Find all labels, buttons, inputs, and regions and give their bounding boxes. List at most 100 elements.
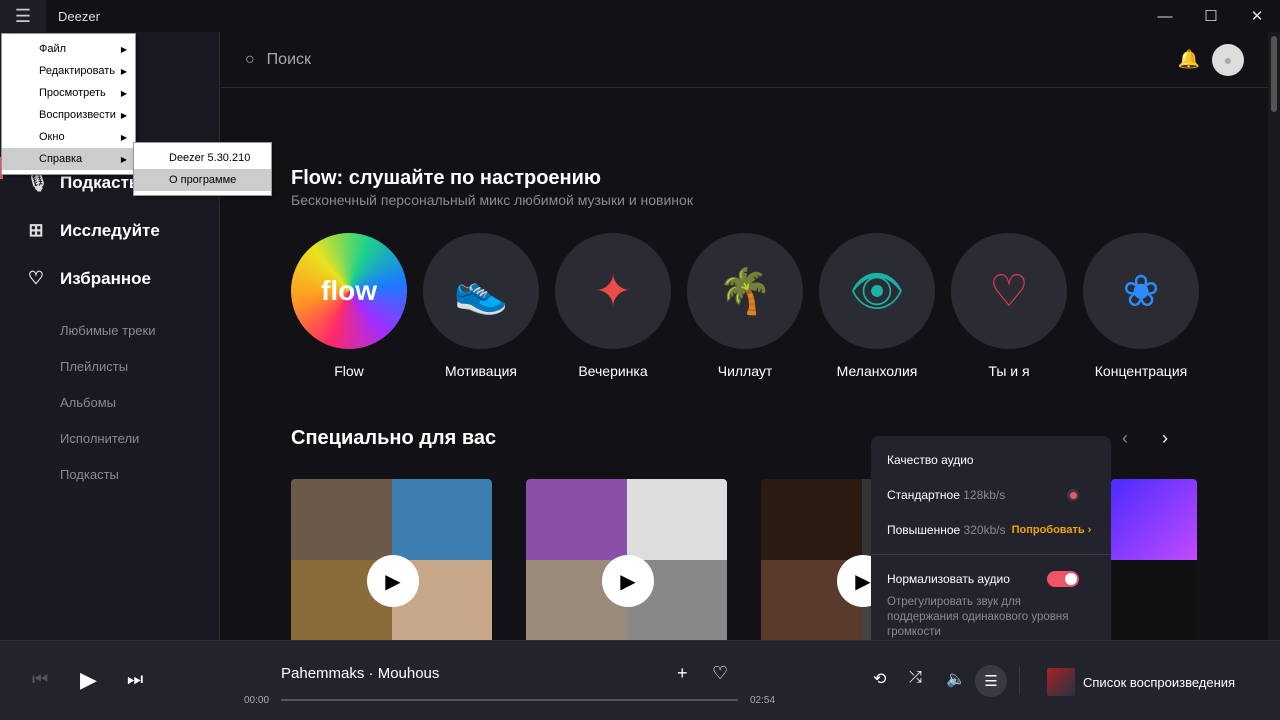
normalize-label: Нормализовать аудио: [887, 572, 1010, 586]
menu-item-playback[interactable]: Воспроизвести ▶: [2, 104, 135, 126]
mood-icon[interactable]: ♡: [951, 233, 1067, 349]
menu-label: Файл: [39, 43, 67, 55]
quality-high-option[interactable]: Повышенное 320kb/s Попробовать ›: [887, 523, 1095, 537]
help-submenu: Deezer 5.30.210 О программе: [133, 142, 272, 196]
search-input[interactable]: ○ Поиск: [245, 51, 311, 69]
menu-item-help[interactable]: Справка ▶: [2, 148, 135, 170]
grid-icon: ⊞: [28, 220, 44, 240]
repeat-icon[interactable]: ⟲: [873, 669, 886, 689]
sidebar-item-label: Избранное: [60, 268, 151, 288]
avatar[interactable]: ●: [1212, 43, 1244, 76]
menu-item-about[interactable]: О программе: [134, 169, 271, 191]
elapsed-time: 00:00: [244, 695, 270, 706]
queue-thumbnail: [1047, 668, 1075, 696]
mix-card[interactable]: [1111, 479, 1197, 640]
sidebar-sub-artists[interactable]: Исполнители: [60, 431, 139, 446]
play-button[interactable]: ▶: [80, 667, 97, 693]
progress-bar[interactable]: [281, 699, 738, 701]
mood-icon[interactable]: 🌴: [687, 233, 803, 349]
menu-label: Воспроизвести: [39, 109, 116, 121]
flow-item-label: Ты и я: [988, 363, 1030, 379]
sidebar-sub-playlists[interactable]: Плейлисты: [60, 359, 128, 374]
option-label: Стандартное: [887, 488, 960, 502]
flow-item[interactable]: 👁 Меланхолия: [819, 233, 935, 379]
flow-title: Flow: слушайте по настроению: [291, 167, 601, 189]
flow-item[interactable]: ♡ Ты и я: [951, 233, 1067, 379]
menu-item-edit[interactable]: Редактировать ▶: [2, 60, 135, 82]
shuffle-icon[interactable]: ⤮: [909, 669, 922, 687]
menu-item-file[interactable]: Файл ▶: [2, 38, 135, 60]
flow-item[interactable]: ✦ Вечеринка: [555, 233, 671, 379]
normalize-description: Отрегулировать звук для поддержания один…: [887, 596, 1069, 638]
play-icon[interactable]: ▶: [602, 555, 654, 607]
flow-item-label: Вечеринка: [578, 363, 648, 379]
queue-button[interactable]: Список воспроизведения: [1047, 668, 1235, 696]
radio-selected[interactable]: [1067, 489, 1079, 501]
sidebar-item-label: Исследуйте: [60, 220, 160, 240]
menu-item-window[interactable]: Окно ▶: [2, 126, 135, 148]
next-icon[interactable]: ⏭: [127, 669, 143, 690]
flow-item[interactable]: flow Flow: [291, 233, 407, 379]
flow-subtitle: Бесконечный персональный микс любимой му…: [291, 192, 693, 208]
option-rate: 128kb/s: [963, 488, 1006, 502]
option-label: Повышенное: [887, 523, 961, 537]
menu-label: Редактировать: [39, 65, 115, 77]
add-icon[interactable]: +: [677, 663, 688, 684]
chevron-left-icon[interactable]: ‹: [1122, 428, 1128, 449]
mood-icon[interactable]: ✦: [555, 233, 671, 349]
queue-label: Список воспроизведения: [1083, 674, 1236, 690]
menu-item-version[interactable]: Deezer 5.30.210: [134, 147, 271, 169]
try-link[interactable]: Попробовать ›: [1012, 524, 1092, 536]
duration: 02:54: [750, 695, 776, 706]
menu-label: Просмотреть: [39, 87, 106, 99]
title-bar: ☰ Deezer — ☐ ✕: [0, 0, 1280, 32]
minimize-button[interactable]: —: [1142, 0, 1188, 32]
flow-item[interactable]: 🌴 Чиллаут: [687, 233, 803, 379]
search-icon: ○: [245, 50, 255, 68]
mood-icon[interactable]: ❀: [1083, 233, 1199, 349]
mood-icon[interactable]: 👟: [423, 233, 539, 349]
mix-cards: ▶ ▶ ▶: [291, 479, 1197, 640]
top-bar: ○ Поиск 🔔 ●: [221, 32, 1268, 88]
search-placeholder: Поиск: [266, 50, 312, 68]
flow-logo[interactable]: flow: [291, 233, 407, 349]
sidebar-item-favorites[interactable]: ♡ Избранное: [26, 268, 151, 289]
chevron-right-icon[interactable]: ›: [1162, 428, 1168, 449]
audio-quality-title: Качество аудио: [887, 453, 974, 467]
microphone-icon: 🎙: [26, 172, 49, 192]
normalize-row: Нормализовать аудио: [887, 571, 1095, 587]
equalizer-settings-button[interactable]: ☰: [975, 665, 1007, 697]
mix-card[interactable]: ▶: [526, 479, 727, 640]
maximize-button[interactable]: ☐: [1188, 0, 1234, 32]
sidebar-item-podcasts[interactable]: 🎙 Подкасты: [26, 172, 143, 193]
normalize-toggle[interactable]: [1047, 571, 1079, 587]
player-bar: ⏮ ▶ ⏭ Pahemmaks · Mouhous + ♡ 00:00 02:5…: [0, 640, 1280, 720]
close-button[interactable]: ✕: [1234, 0, 1280, 32]
menu-item-view[interactable]: Просмотреть ▶: [2, 82, 135, 104]
sidebar-sub-albums[interactable]: Альбомы: [60, 395, 116, 410]
menu-label: Справка: [39, 153, 83, 165]
bell-icon[interactable]: 🔔: [1178, 49, 1200, 70]
hamburger-menu-button[interactable]: ☰: [0, 0, 46, 32]
mood-icon[interactable]: 👁: [819, 233, 935, 349]
sidebar-item-explore[interactable]: ⊞ Исследуйте: [26, 220, 160, 241]
play-icon[interactable]: ▶: [367, 555, 419, 607]
volume-icon[interactable]: 🔈: [946, 669, 966, 689]
previous-icon[interactable]: ⏮: [32, 669, 48, 690]
option-rate: 320kb/s: [963, 523, 1006, 537]
quality-standard-option[interactable]: Стандартное 128kb/s: [887, 488, 1095, 502]
scrollbar[interactable]: [1268, 32, 1280, 640]
mix-card[interactable]: ▶: [291, 479, 492, 640]
track-title: Pahemmaks · Mouhous: [281, 665, 440, 682]
heart-icon[interactable]: ♡: [712, 663, 728, 684]
flow-item[interactable]: 👟 Мотивация: [423, 233, 539, 379]
flow-item-label: Меланхолия: [836, 363, 918, 379]
flow-item-label: Flow: [334, 363, 364, 379]
flow-moods: flow Flow 👟 Мотивация ✦ Вечеринка 🌴 Чиллаут 👁 Мел…: [291, 233, 1199, 379]
flow-item-label: Чиллаут: [717, 363, 773, 379]
sidebar-sub-favorite-tracks[interactable]: Любимые треки: [60, 323, 155, 338]
flow-item-label: Мотивация: [444, 363, 518, 379]
sidebar-item-label: Подкасты: [60, 172, 144, 192]
sidebar-sub-podcasts[interactable]: Подкасты: [60, 467, 119, 482]
flow-item[interactable]: ❀ Концентрация: [1083, 233, 1199, 379]
